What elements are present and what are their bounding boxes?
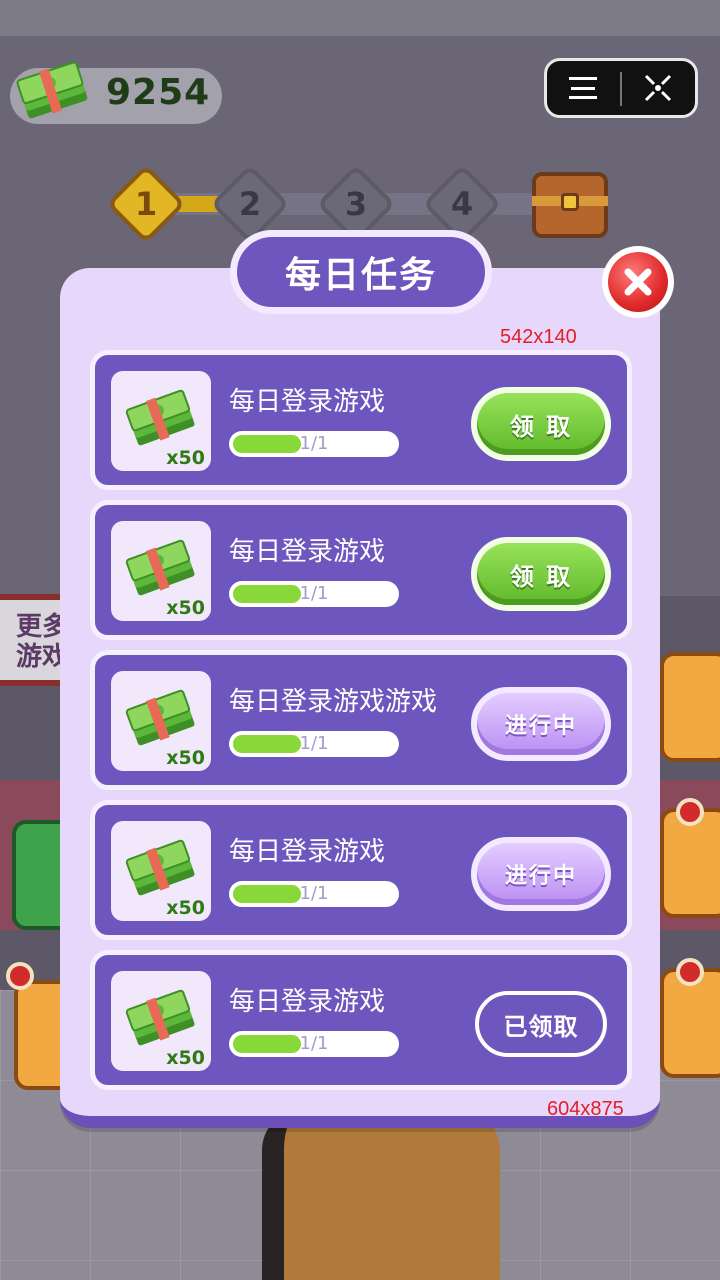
menu-button[interactable]	[552, 62, 614, 114]
dialog-title-tab: 每日任务	[230, 230, 492, 314]
task-progress-bar: 1/1	[229, 881, 399, 907]
stage-label-3: 3	[344, 185, 368, 223]
task-title: 每日登录游戏游戏	[229, 687, 438, 717]
reward-box: x50	[111, 521, 211, 621]
notification-dot	[676, 798, 704, 826]
task-progress-text: 1/1	[299, 733, 329, 754]
close-dialog-button[interactable]	[602, 246, 674, 318]
close-icon	[608, 252, 668, 312]
cash-stack-icon	[125, 839, 195, 896]
task-card: x50 每日登录游戏 1/1 已领取	[90, 950, 632, 1090]
task-progress-bar: 1/1	[229, 581, 399, 607]
task-progress-text: 1/1	[299, 583, 329, 604]
exit-game-button[interactable]	[626, 62, 690, 114]
dialog-title: 每日任务	[284, 255, 437, 296]
menu-icon	[569, 77, 597, 99]
claim-button[interactable]: 领 取	[471, 537, 611, 611]
claim-button[interactable]: 领 取	[471, 387, 611, 461]
in-progress-button[interactable]: 进行中	[471, 837, 611, 911]
notification-dot	[676, 958, 704, 986]
reward-count: x50	[166, 747, 205, 769]
task-card: x50 每日登录游戏 1/1 领 取	[90, 500, 632, 640]
cash-stack-icon	[125, 389, 195, 446]
player-character	[262, 1110, 500, 1280]
task-title: 每日登录游戏	[229, 837, 386, 867]
task-title: 每日登录游戏	[229, 987, 386, 1017]
claimed-button: 已领取	[475, 991, 607, 1057]
reward-count: x50	[166, 1047, 205, 1069]
task-card: x50 每日登录游戏游戏 1/1 进行中	[90, 650, 632, 790]
task-progress-bar: 1/1	[229, 731, 399, 757]
cash-stack-icon	[125, 689, 195, 746]
target-icon	[644, 74, 672, 102]
chest-lock-icon	[561, 193, 579, 211]
in-progress-button[interactable]: 进行中	[471, 687, 611, 761]
cash-stack-icon	[125, 539, 195, 596]
panel-size-label: 604x875	[547, 1098, 624, 1120]
task-progress-text: 1/1	[299, 883, 329, 904]
task-progress-bar: 1/1	[229, 1031, 399, 1057]
cash-stack-icon	[16, 61, 88, 119]
task-progress-text: 1/1	[299, 1033, 329, 1054]
reward-count: x50	[166, 447, 205, 469]
notification-dot	[6, 962, 34, 990]
capsule-divider	[620, 72, 622, 106]
reward-box: x50	[111, 371, 211, 471]
stage-label-4: 4	[450, 185, 474, 223]
reward-count: x50	[166, 597, 205, 619]
bg-top-strip	[0, 0, 720, 36]
reward-box: x50	[111, 821, 211, 921]
reward-box: x50	[111, 671, 211, 771]
stage-label-1: 1	[134, 185, 158, 223]
task-card: x50 每日登录游戏 1/1 领 取	[90, 350, 632, 490]
cash-stack-icon	[125, 989, 195, 1046]
reward-count: x50	[166, 897, 205, 919]
task-title: 每日登录游戏	[229, 537, 386, 567]
task-card: x50 每日登录游戏 1/1 进行中	[90, 800, 632, 940]
item-size-label: 542x140	[500, 326, 577, 348]
stage-label-2: 2	[238, 185, 262, 223]
bg-right-tile-1	[660, 652, 720, 762]
task-progress-bar: 1/1	[229, 431, 399, 457]
task-title: 每日登录游戏	[229, 387, 386, 417]
reward-box: x50	[111, 971, 211, 1071]
task-progress-text: 1/1	[299, 433, 329, 454]
money-value: 9254	[106, 72, 211, 113]
